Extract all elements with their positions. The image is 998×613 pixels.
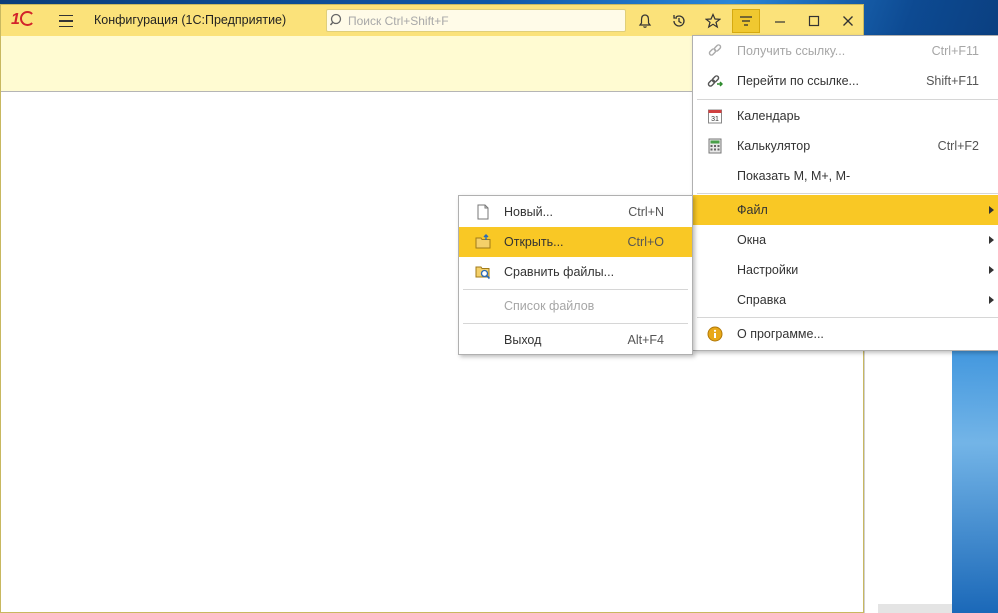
submenu-arrow-icon bbox=[989, 296, 994, 304]
menu-item-get-link[interactable]: Получить ссылку... Ctrl+F11 bbox=[693, 36, 998, 66]
minimize-icon bbox=[775, 21, 785, 23]
star-icon bbox=[705, 13, 721, 29]
submenu-arrow-icon bbox=[989, 206, 994, 214]
bell-icon bbox=[638, 14, 652, 28]
menu-item-file[interactable]: Файл bbox=[693, 195, 998, 225]
file-submenu: Новый... Ctrl+N Открыть... Ctrl+O Сравни… bbox=[458, 195, 693, 355]
compare-files-icon bbox=[475, 266, 491, 280]
notifications-button[interactable] bbox=[631, 9, 659, 33]
main-menu-button[interactable] bbox=[732, 9, 760, 33]
main-menu-dropdown: Получить ссылку... Ctrl+F11 Перейти по с… bbox=[692, 35, 998, 351]
minimize-button[interactable] bbox=[763, 9, 797, 33]
link-icon bbox=[708, 44, 722, 56]
info-icon bbox=[707, 326, 723, 342]
close-icon bbox=[843, 16, 853, 26]
menu-item-settings[interactable]: Настройки bbox=[693, 255, 998, 285]
app-title: Конфигурация (1С:Предприятие) bbox=[94, 13, 287, 27]
calendar-icon: 31 bbox=[708, 109, 722, 124]
menu-separator bbox=[463, 323, 688, 324]
file-menu-recent-files[interactable]: Список файлов bbox=[459, 291, 692, 321]
menu-separator bbox=[697, 193, 998, 194]
desktop-light-beam bbox=[950, 330, 998, 613]
menu-separator bbox=[697, 99, 998, 100]
file-menu-open[interactable]: Открыть... Ctrl+O bbox=[459, 227, 692, 257]
submenu-arrow-icon bbox=[989, 236, 994, 244]
submenu-arrow-icon bbox=[989, 266, 994, 274]
open-folder-icon bbox=[475, 234, 491, 249]
favorites-button[interactable] bbox=[699, 9, 727, 33]
history-button[interactable] bbox=[665, 9, 693, 33]
menu-item-show-memory[interactable]: Показать M, M+, M- bbox=[693, 161, 998, 191]
menu-item-help[interactable]: Справка bbox=[693, 285, 998, 315]
goto-link-icon bbox=[707, 75, 723, 87]
history-icon bbox=[673, 15, 685, 27]
file-menu-new[interactable]: Новый... Ctrl+N bbox=[459, 197, 692, 227]
file-menu-exit[interactable]: Выход Alt+F4 bbox=[459, 325, 692, 355]
search-input[interactable]: Поиск Ctrl+Shift+F bbox=[326, 9, 626, 32]
1c-logo-icon[interactable]: 1 bbox=[11, 11, 47, 29]
background-window[interactable] bbox=[864, 350, 952, 613]
svg-text:31: 31 bbox=[711, 116, 719, 123]
menu-item-calendar[interactable]: 31 Календарь bbox=[693, 101, 998, 131]
maximize-icon bbox=[808, 15, 820, 27]
main-menu-icon bbox=[740, 16, 752, 26]
background-window-strip bbox=[878, 604, 952, 613]
close-button[interactable] bbox=[831, 9, 865, 33]
title-bar: 1 Конфигурация (1С:Предприятие) Поиск Ct… bbox=[1, 5, 863, 36]
menu-item-goto-link[interactable]: Перейти по ссылке... Shift+F11 bbox=[693, 66, 998, 96]
search-icon bbox=[330, 13, 342, 26]
file-menu-compare[interactable]: Сравнить файлы... bbox=[459, 257, 692, 287]
menu-separator bbox=[697, 317, 998, 318]
new-document-icon bbox=[477, 204, 489, 220]
menu-item-calculator[interactable]: Калькулятор Ctrl+F2 bbox=[693, 131, 998, 161]
menu-item-windows[interactable]: Окна bbox=[693, 225, 998, 255]
hamburger-menu-button[interactable] bbox=[53, 11, 79, 31]
calculator-icon bbox=[708, 138, 722, 154]
search-placeholder: Поиск Ctrl+Shift+F bbox=[348, 14, 449, 28]
menu-separator bbox=[463, 289, 688, 290]
maximize-button[interactable] bbox=[797, 9, 831, 33]
menu-item-about[interactable]: О программе... bbox=[693, 319, 998, 349]
